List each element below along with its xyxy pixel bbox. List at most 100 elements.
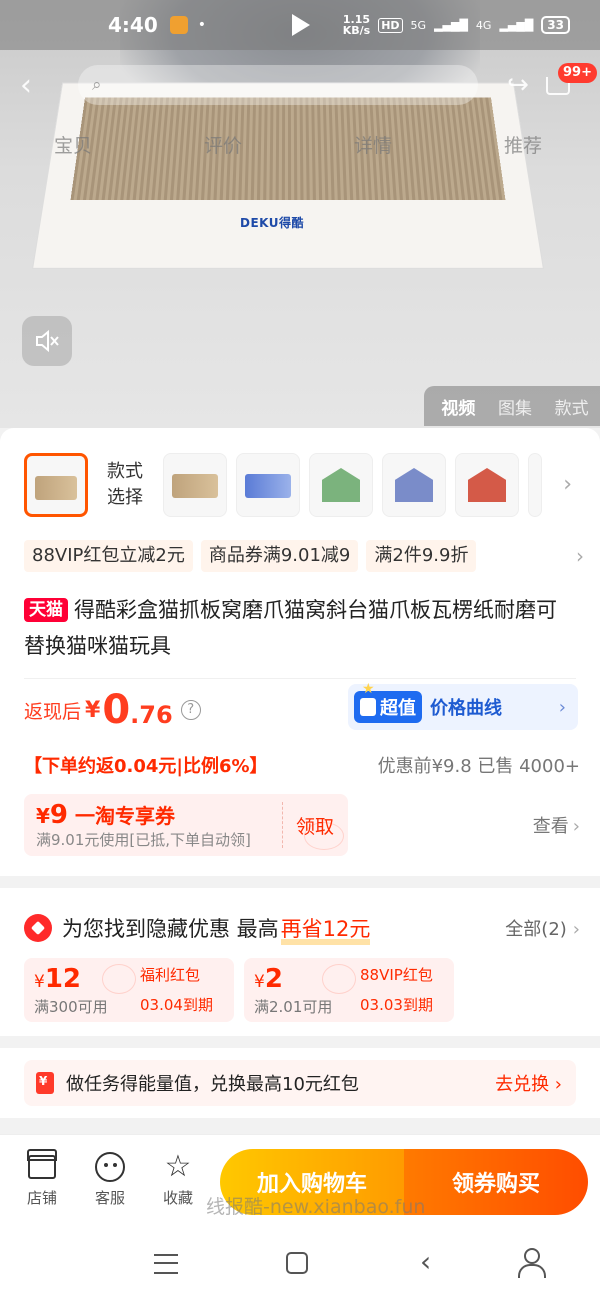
red-packet[interactable]: ¥2 满2.01可用 88VIP红包 03.03到期: [244, 958, 454, 1022]
divider: [24, 678, 576, 679]
red-packet-expiry: 03.03到期: [360, 996, 433, 1014]
hidden-deals-card: 为您找到隐藏优惠 最高 再省12元 全部(2) › ¥12 满300可用 福利红包…: [0, 888, 600, 1036]
red-packet-amount: ¥12: [34, 964, 82, 994]
coupon-condition: 满9.01元使用[已抵,下单自动领]: [36, 830, 251, 849]
coupon-row: ¥9 一淘专享券 满9.01元使用[已抵,下单自动领] 领取 查看 ›: [24, 794, 580, 856]
chevron-right-icon: ›: [572, 919, 580, 940]
product-tabs: 宝贝 评价 详情 推荐: [0, 120, 600, 168]
super-value-logo: ★ 超值: [354, 681, 422, 723]
dot-icon: •: [197, 17, 207, 33]
help-icon[interactable]: ?: [180, 700, 201, 720]
search-icon: ⌕: [92, 75, 102, 95]
mute-button[interactable]: [22, 316, 72, 366]
home-icon[interactable]: [286, 1252, 308, 1274]
store-icon: [27, 1149, 57, 1179]
signal-4g-icon: 4G: [475, 18, 492, 32]
hd-icon: HD: [378, 17, 403, 33]
top-nav: ‹ ⌕ ↪ 99+: [0, 50, 600, 120]
search-input[interactable]: ⌕: [78, 65, 478, 105]
variant-thumb[interactable]: [455, 453, 519, 517]
task-banner[interactable]: 做任务得能量值，兑换最高10元红包 去兑换 ›: [24, 1060, 576, 1106]
coupon-title: ¥9 一淘专享券: [36, 799, 175, 830]
promo-tag[interactable]: 商品券满9.01减9: [200, 540, 359, 572]
cart-button[interactable]: 99+: [540, 63, 597, 105]
variant-thumb[interactable]: [236, 453, 300, 517]
sales-info: 优惠前¥9.8 已售 4000+: [377, 756, 580, 777]
product-title-text: 得酷彩盒猫抓板窝磨爪猫窝斜台猫爪板瓦楞纸耐磨可替换猫咪猫玩具: [24, 598, 557, 658]
price-integer: 0: [102, 687, 131, 733]
thumbs-up-icon: [360, 698, 376, 716]
coupon-card[interactable]: ¥9 一淘专享券 满9.01元使用[已抵,下单自动领] 领取: [24, 794, 348, 856]
product-info-card: 款式 选择 › 88VIP红包立减2元 商品券满9.01减9 满2件9.9折 ›…: [0, 428, 600, 876]
variant-thumb[interactable]: [528, 453, 542, 517]
cart-badge: 99+: [558, 63, 597, 83]
price-curve-label: 价格曲线: [430, 698, 502, 719]
redeem-link[interactable]: 去兑换 ›: [495, 1070, 562, 1096]
red-packet-expiry: 03.04到期: [140, 996, 213, 1014]
favorite-label: 收藏: [162, 1189, 193, 1207]
share-icon[interactable]: ↪: [496, 70, 540, 100]
variant-thumb[interactable]: [309, 453, 373, 517]
price-curve-button[interactable]: ★ 超值 价格曲线 ›: [348, 681, 578, 730]
signal-5g-icon: 5G: [410, 18, 427, 32]
service-button[interactable]: 客服: [80, 1151, 140, 1208]
signal-bars-icon: ▂▄▆█: [434, 18, 468, 32]
star-outline-icon: ☆: [164, 1149, 192, 1184]
promo-tag[interactable]: 满2件9.9折: [366, 540, 477, 572]
task-card: 做任务得能量值，兑换最高10元红包 去兑换 ›: [0, 1048, 600, 1118]
assistant-icon[interactable]: [518, 1248, 546, 1278]
all-deals-link[interactable]: 全部(2) ›: [505, 915, 580, 941]
status-time: 4:40: [108, 13, 158, 37]
tmall-badge: 天猫: [24, 598, 68, 622]
favorite-button[interactable]: ☆ 收藏: [148, 1151, 208, 1208]
variant-selector[interactable]: 款式 选择 ›: [24, 450, 600, 520]
net-speed: 1.15 KB/s: [342, 13, 371, 37]
variant-thumb[interactable]: [24, 453, 88, 517]
media-tab-video[interactable]: 视频: [441, 394, 475, 419]
red-packet-list: ¥12 满300可用 福利红包 03.04到期 ¥2 满2.01可用 88VIP…: [24, 958, 454, 1022]
tab-reviews[interactable]: 评价: [204, 131, 242, 158]
customer-service-icon: [95, 1152, 125, 1182]
tab-item[interactable]: 宝贝: [54, 131, 92, 158]
promo-tag[interactable]: 88VIP红包立减2元: [24, 540, 193, 572]
chevron-right-icon: ›: [558, 696, 566, 718]
promo-tags[interactable]: 88VIP红包立减2元 商品券满9.01减9 满2件9.9折 ›: [24, 540, 584, 572]
variant-label[interactable]: 款式 选择: [99, 459, 151, 511]
chevron-right-icon: ›: [572, 816, 580, 837]
media-tab-styles[interactable]: 款式: [555, 394, 589, 419]
media-switch: 视频 图集 款式: [424, 386, 600, 426]
media-tab-gallery[interactable]: 图集: [498, 394, 532, 419]
view-coupons-link[interactable]: 查看 ›: [533, 812, 580, 838]
play-icon[interactable]: [292, 14, 310, 36]
signal-bars-icon: ▂▄▆█: [499, 18, 534, 32]
red-packet-condition: 满2.01可用: [254, 998, 333, 1016]
coupon-divider: [282, 802, 283, 848]
product-title: 天猫 得酷彩盒猫抓板窝磨爪猫窝斜台猫爪板瓦楞纸耐磨可替换猫咪猫玩具: [24, 592, 576, 664]
variant-thumb[interactable]: [382, 453, 446, 517]
red-packet-name: 88VIP红包: [360, 966, 433, 984]
notification-icon: [169, 16, 188, 34]
brand-print: DEKU得酷: [240, 216, 304, 230]
service-label: 客服: [94, 1189, 125, 1207]
red-packet-name: 福利红包: [140, 966, 201, 984]
cashback-text: 【下单约返0.04元|比例6%】: [24, 756, 268, 777]
menu-icon[interactable]: [154, 1254, 178, 1274]
red-packet[interactable]: ¥12 满300可用 福利红包 03.04到期: [24, 958, 234, 1022]
star-icon: ★: [362, 681, 375, 697]
buy-with-coupon-button[interactable]: 领券购买: [404, 1149, 588, 1215]
watermark: 线报酷-new.xianbao.fun: [206, 1196, 426, 1218]
red-packet-amount: ¥2: [254, 964, 283, 994]
back-arrow-icon[interactable]: ‹: [20, 68, 60, 103]
chevron-right-icon[interactable]: ›: [576, 544, 584, 568]
price-row: 返现后 ¥ 0 .76 ? ★ 超值 价格曲线 ›: [24, 681, 578, 736]
price-prefix: 返现后: [24, 700, 82, 723]
chevron-right-icon[interactable]: ›: [563, 472, 572, 497]
price-currency: ¥: [85, 697, 101, 723]
tab-recommend[interactable]: 推荐: [504, 131, 542, 158]
stamp-icon: [322, 964, 356, 994]
shop-button[interactable]: 店铺: [12, 1149, 72, 1208]
claim-coupon-button[interactable]: 领取: [296, 812, 334, 839]
variant-thumb[interactable]: [163, 453, 227, 517]
tab-details[interactable]: 详情: [354, 131, 392, 158]
back-icon[interactable]: ‹: [420, 1248, 431, 1276]
